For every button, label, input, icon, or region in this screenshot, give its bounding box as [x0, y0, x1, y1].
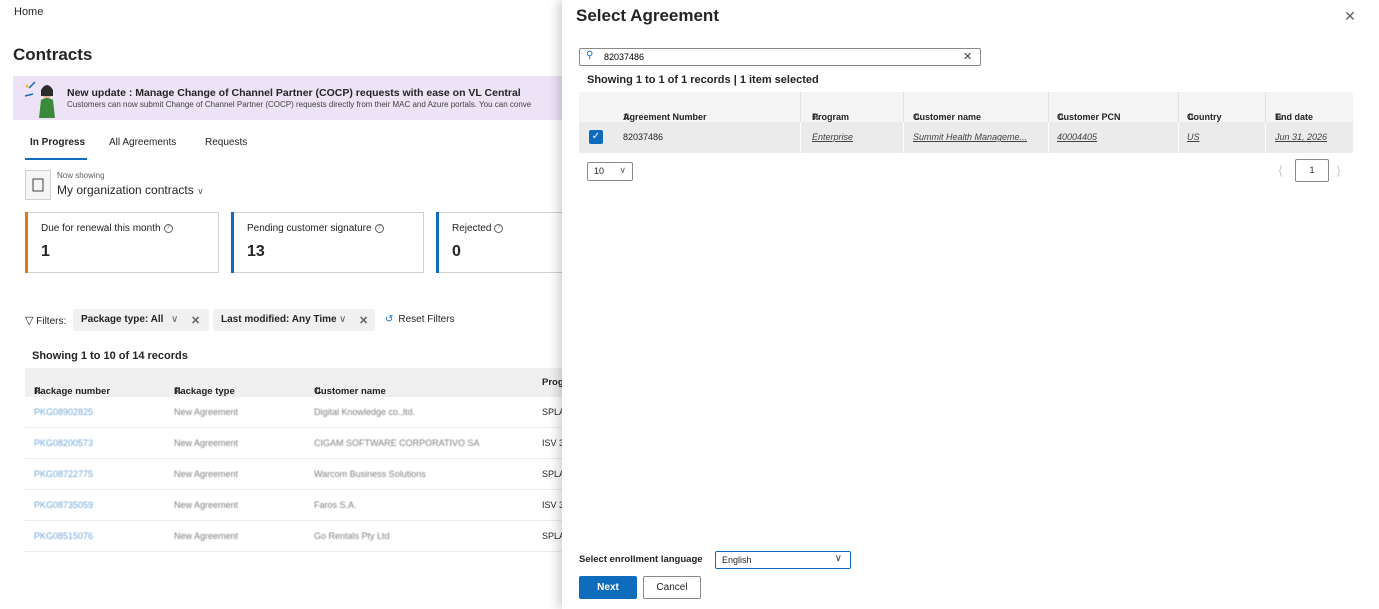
select-agreement-panel: Select Agreement ✕ ⚲ ✕ Showing 1 to 1 of…: [562, 0, 1379, 609]
card-value: 13: [247, 243, 265, 260]
search-icon: ⚲: [586, 50, 594, 61]
page-title: Contracts: [13, 45, 93, 64]
now-showing-label: Now showing: [57, 171, 105, 180]
card-value: 0: [452, 243, 461, 260]
column-header[interactable]: Prog: [542, 377, 564, 388]
panel-title: Select Agreement: [576, 6, 719, 25]
card-value: 1: [41, 243, 50, 260]
chevron-down-icon: ∨: [339, 314, 347, 325]
close-icon[interactable]: ✕: [1342, 8, 1358, 24]
records-count: Showing 1 to 1 of 1 records | 1 item sel…: [587, 74, 819, 86]
table-row: PKG08515076 New Agreement Go Rentals Pty…: [25, 521, 565, 552]
customer-name: Faros S.A.: [314, 500, 357, 510]
customer-name: Digital Knowledge co.,ltd.: [314, 407, 416, 417]
card-accent: [436, 212, 439, 273]
update-banner: New update : Manage Change of Channel Pa…: [13, 76, 573, 120]
package-link[interactable]: PKG08515076: [34, 531, 93, 541]
package-link[interactable]: PKG08722775: [34, 469, 93, 479]
breadcrumb[interactable]: Home: [14, 6, 43, 18]
info-icon: ?: [374, 223, 384, 233]
card-title: Due for renewal this month: [41, 223, 161, 234]
tab-in-progress[interactable]: In Progress: [30, 137, 85, 148]
package-link[interactable]: PKG08200573: [34, 438, 93, 448]
page-size-select[interactable]: 10 ∨: [587, 162, 633, 181]
document-icon: [25, 170, 51, 200]
chevron-down-icon: ∨: [197, 186, 204, 196]
filters-label: Filters:: [36, 316, 67, 327]
clear-filter-icon[interactable]: ✕: [191, 314, 200, 327]
end-date: Jun 31, 2026: [1275, 132, 1328, 142]
records-count: Showing 1 to 10 of 14 records: [32, 350, 188, 362]
clear-filter-icon[interactable]: ✕: [359, 314, 368, 327]
active-tab-indicator: [25, 158, 87, 160]
card-pending-signature[interactable]: Pending customer signature? 13: [231, 212, 424, 273]
package-type: New Agreement: [174, 531, 239, 541]
banner-illustration-icon: [24, 81, 55, 118]
language-label: Select enrollment language: [579, 554, 703, 565]
row-checkbox[interactable]: ✓: [589, 130, 603, 144]
package-type: New Agreement: [174, 438, 239, 448]
country: US: [1187, 132, 1200, 142]
previous-page-icon[interactable]: ⟨: [1278, 163, 1283, 179]
reset-icon: ↺: [385, 314, 394, 325]
banner-title: New update : Manage Change of Channel Pa…: [67, 87, 521, 99]
chevron-down-icon: ∨: [619, 165, 626, 175]
info-icon: ?: [494, 223, 504, 233]
last-modified-filter[interactable]: Last modified: Any Time ∨ ✕: [213, 309, 375, 331]
reset-filters-button[interactable]: ↺ Reset Filters: [385, 314, 455, 325]
package-link[interactable]: PKG08735059: [34, 500, 93, 510]
filters-bar: ▽ Filters: Package type: All ∨ ✕ Last mo…: [25, 309, 565, 331]
next-button[interactable]: Next: [579, 576, 637, 599]
card-title: Rejected: [452, 223, 492, 234]
customer-name: CIGAM SOFTWARE CORPORATIVO SA: [314, 438, 480, 448]
table-header: Agreement Number ⇅ Program ⇅ Customer na…: [579, 92, 1353, 122]
customer-pcn: 40004405: [1057, 132, 1098, 142]
current-page-input[interactable]: 1: [1295, 159, 1329, 182]
program: ISV 3: [542, 438, 565, 448]
customer-name: Warcom Business Solutions: [314, 469, 426, 479]
table-row: PKG08722775 New Agreement Warcom Busines…: [25, 459, 565, 490]
package-type: New Agreement: [174, 500, 239, 510]
next-page-icon[interactable]: ⟩: [1336, 163, 1341, 179]
agreement-number: 82037486: [623, 132, 664, 142]
agreement-search[interactable]: ⚲ ✕: [579, 48, 981, 66]
banner-text: Customers can now submit Change of Chann…: [67, 100, 532, 109]
cancel-button[interactable]: Cancel: [643, 576, 701, 599]
table-row[interactable]: ✓ 82037486 Enterprise Summit Health Mana…: [579, 122, 1353, 153]
chevron-down-icon: ∨: [834, 553, 842, 564]
agreements-table: Agreement Number ⇅ Program ⇅ Customer na…: [579, 92, 1353, 153]
table-header: Package number ⇅ Package type ⇅ Customer…: [25, 368, 565, 397]
program: ISV 3: [542, 500, 565, 510]
customer-name: Go Rentals Pty Ltd: [314, 531, 390, 541]
table-row: PKG08200573 New Agreement CIGAM SOFTWARE…: [25, 428, 565, 459]
card-accent: [25, 212, 28, 273]
sort-icon: ⇅: [314, 386, 322, 397]
language-select[interactable]: English ∨: [715, 551, 851, 569]
program: Enterprise: [812, 132, 854, 142]
package-type: New Agreement: [174, 407, 239, 417]
sort-icon: ⇅: [34, 386, 42, 397]
filter-icon: ▽: [25, 315, 34, 327]
package-type-filter[interactable]: Package type: All ∨ ✕: [73, 309, 209, 331]
package-link[interactable]: PKG08902825: [34, 407, 93, 417]
card-accent: [231, 212, 234, 273]
table-row: PKG08735059 New Agreement Faros S.A. ISV…: [25, 490, 565, 521]
chevron-down-icon: ∨: [171, 314, 179, 325]
customer-name: Summit Health Manageme...: [913, 132, 1028, 142]
packages-table: Package number ⇅ Package type ⇅ Customer…: [25, 368, 565, 552]
tab-requests[interactable]: Requests: [205, 137, 247, 148]
now-showing-value[interactable]: My organization contracts ∨: [57, 183, 204, 197]
card-title: Pending customer signature: [247, 223, 372, 234]
card-due-for-renewal[interactable]: Due for renewal this month? 1: [25, 212, 219, 273]
package-type: New Agreement: [174, 469, 239, 479]
search-input[interactable]: [604, 51, 944, 63]
sort-icon: ⇅: [174, 386, 182, 397]
info-icon: ?: [163, 223, 173, 233]
clear-search-icon[interactable]: ✕: [963, 50, 972, 63]
tab-all-agreements[interactable]: All Agreements: [109, 137, 176, 148]
table-row: PKG08902825 New Agreement Digital Knowle…: [25, 397, 565, 428]
card-rejected[interactable]: Rejected? 0: [436, 212, 576, 273]
